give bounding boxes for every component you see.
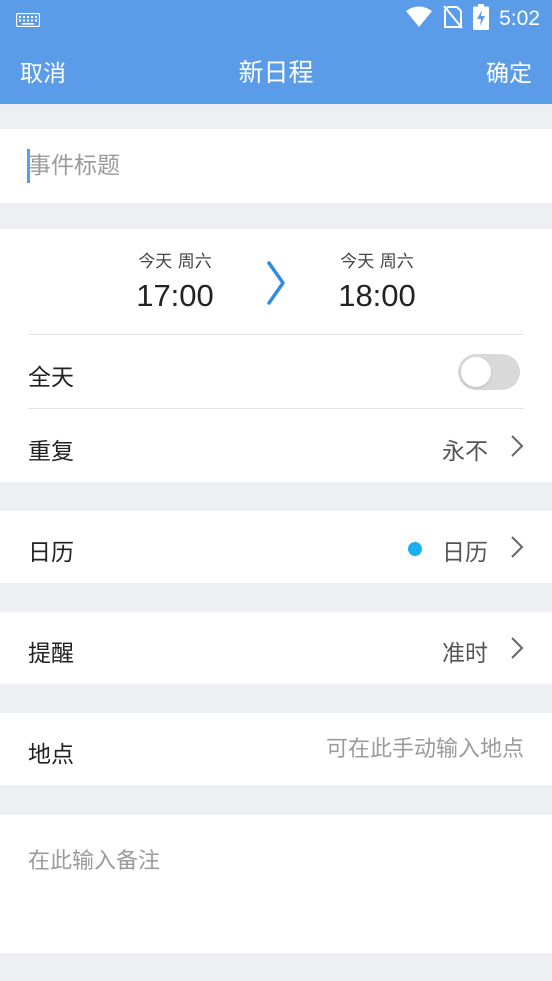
location-input[interactable] bbox=[224, 733, 524, 765]
reminder-row[interactable]: 提醒 准时 bbox=[0, 612, 552, 684]
calendar-row[interactable]: 日历 日历 bbox=[0, 511, 552, 583]
keyboard-icon bbox=[15, 12, 41, 31]
calendar-color-dot bbox=[408, 542, 422, 556]
location-label: 地点 bbox=[28, 742, 74, 768]
status-bar: 5:02 bbox=[0, 0, 552, 38]
start-day-label: 今天 周六 bbox=[138, 252, 212, 272]
start-time-value: 17:00 bbox=[136, 278, 214, 313]
chevron-right-icon bbox=[510, 434, 524, 462]
reminder-label: 提醒 bbox=[28, 641, 74, 667]
notes-input[interactable] bbox=[28, 843, 524, 933]
confirm-button[interactable]: 确定 bbox=[486, 54, 532, 88]
location-row: 地点 bbox=[0, 713, 552, 785]
nav-bar: 取消 新日程 确定 bbox=[0, 38, 552, 104]
wifi-icon bbox=[405, 6, 433, 32]
reminder-value: 准时 bbox=[442, 641, 488, 667]
end-time-value: 18:00 bbox=[338, 278, 416, 313]
chevron-right-icon bbox=[510, 535, 524, 563]
repeat-label: 重复 bbox=[28, 439, 74, 465]
start-time-picker[interactable]: 今天 周六 17:00 bbox=[100, 247, 250, 314]
battery-charging-icon bbox=[473, 4, 490, 34]
all-day-label: 全天 bbox=[28, 365, 74, 391]
no-sim-icon bbox=[443, 5, 463, 33]
chevron-right-icon bbox=[262, 259, 290, 311]
divider bbox=[28, 408, 524, 409]
chevron-right-icon bbox=[510, 636, 524, 664]
event-title-card bbox=[0, 129, 552, 203]
calendar-label: 日历 bbox=[28, 540, 74, 566]
end-day-label: 今天 周六 bbox=[340, 252, 414, 272]
repeat-value: 永不 bbox=[442, 439, 488, 465]
status-time: 5:02 bbox=[499, 7, 540, 30]
page-title: 新日程 bbox=[238, 58, 314, 87]
end-time-picker[interactable]: 今天 周六 18:00 bbox=[302, 247, 452, 314]
calendar-value: 日历 bbox=[442, 540, 488, 566]
all-day-toggle[interactable] bbox=[458, 354, 520, 390]
time-settings-card: 今天 周六 17:00 今天 周六 18:00 全天 重复 永不 bbox=[0, 229, 552, 482]
all-day-row: 全天 bbox=[0, 336, 552, 408]
notes-card bbox=[0, 815, 552, 953]
divider bbox=[28, 334, 524, 335]
toggle-knob bbox=[461, 357, 491, 387]
event-title-input[interactable] bbox=[28, 149, 518, 183]
repeat-row[interactable]: 重复 永不 bbox=[0, 410, 552, 482]
